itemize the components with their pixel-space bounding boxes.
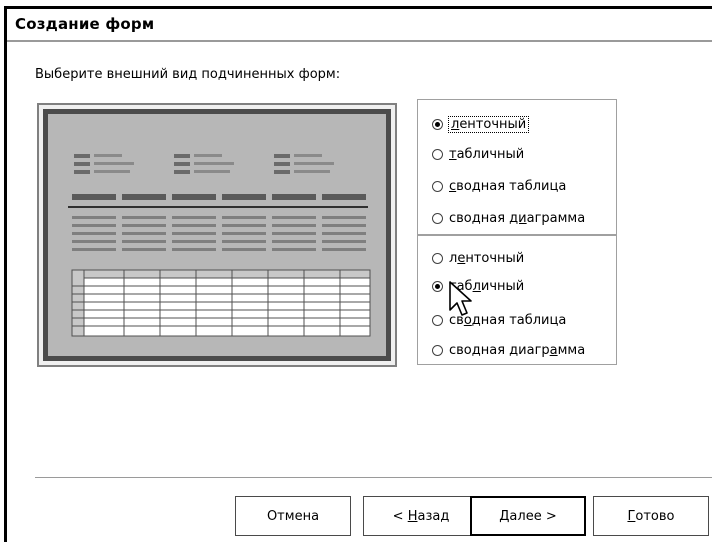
- layout-preview: [37, 103, 397, 367]
- back-button-label: < Назад: [392, 508, 450, 524]
- back-button[interactable]: < Назад: [363, 496, 479, 536]
- option-label: сводная диаграмма: [449, 342, 586, 358]
- cancel-button-label: Отмена: [266, 508, 320, 524]
- radio-button[interactable]: [432, 180, 443, 192]
- radio-main-tabular[interactable]: табличный: [432, 144, 524, 164]
- preview-image: [48, 114, 386, 356]
- finish-button-label: Готово: [627, 508, 675, 524]
- button-divider: [35, 477, 712, 478]
- radio-button[interactable]: [432, 314, 443, 326]
- option-label: сводная диаграмма: [449, 210, 586, 226]
- finish-button[interactable]: Готово: [593, 496, 709, 536]
- next-button[interactable]: Далее >: [470, 496, 586, 536]
- radio-button[interactable]: [432, 252, 443, 264]
- subform-layout-group: ленточный табличный сводная таблица свод…: [417, 235, 617, 365]
- radio-sub-pivot-chart[interactable]: сводная диаграмма: [432, 340, 585, 360]
- option-label: табличный: [449, 146, 525, 162]
- radio-button[interactable]: [432, 148, 443, 160]
- next-button-label: Далее >: [499, 508, 557, 524]
- radio-sub-columnar[interactable]: ленточный: [432, 248, 524, 268]
- radio-sub-tabular[interactable]: табличный: [432, 276, 524, 296]
- title-divider: [7, 40, 712, 42]
- option-label: ленточный: [449, 250, 525, 266]
- radio-main-pivot-table[interactable]: сводная таблица: [432, 176, 566, 196]
- form-wizard-dialog: Создание форм Выберите внешний вид подчи…: [4, 6, 712, 542]
- option-label: ленточный: [447, 115, 530, 133]
- option-label: сводная таблица: [449, 178, 567, 194]
- radio-main-columnar[interactable]: ленточный: [432, 114, 530, 134]
- radio-main-pivot-chart[interactable]: сводная диаграмма: [432, 208, 585, 228]
- radio-button-selected[interactable]: [432, 280, 443, 292]
- prompt-label: Выберите внешний вид подчиненных форм:: [35, 67, 341, 82]
- window-title: Создание форм: [15, 15, 155, 33]
- title-bar: Создание форм: [7, 9, 712, 39]
- preview-illustration: [68, 154, 371, 337]
- radio-button[interactable]: [432, 344, 443, 356]
- radio-button-selected[interactable]: [432, 118, 443, 130]
- preview-frame: [43, 109, 391, 361]
- main-form-layout-group: ленточный табличный сводная таблица свод…: [417, 99, 617, 235]
- mouse-pointer-icon: [449, 281, 472, 316]
- radio-button[interactable]: [432, 212, 443, 224]
- cancel-button[interactable]: Отмена: [235, 496, 351, 536]
